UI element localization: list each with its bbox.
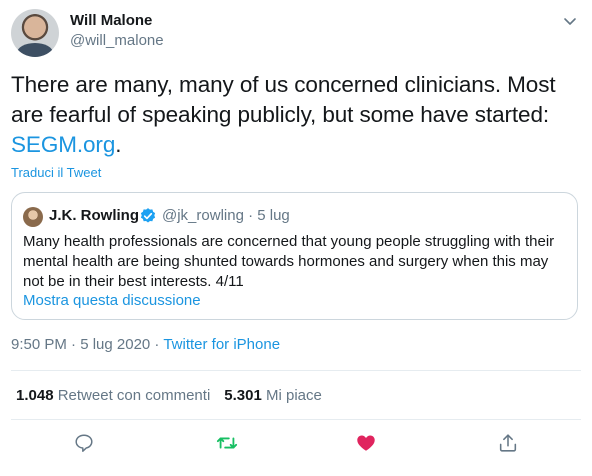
translate-tweet-link[interactable]: Traduci il Tweet xyxy=(11,165,101,180)
retweets-label: Retweet con commenti xyxy=(53,387,211,404)
quote-text: Many health professionals are concerned … xyxy=(23,233,555,290)
tweet-text: There are many, many of us concerned cli… xyxy=(11,70,586,160)
retweets-count: 1.048 xyxy=(16,387,54,404)
tweet-text-after-link: . xyxy=(115,132,122,157)
tweet-link[interactable]: SEGM.org xyxy=(11,132,115,157)
retweets-stat[interactable]: 1.048 Retweet con commenti xyxy=(16,387,210,404)
tweet-meta: 9:50 PM · 5 lug 2020 · Twitter for iPhon… xyxy=(11,336,280,353)
verified-badge-icon xyxy=(140,208,156,223)
tweet-client-link[interactable]: Twitter for iPhone xyxy=(163,336,280,353)
quoted-tweet-card[interactable]: J.K. Rowling @jk_rowling · 5 lug Many he… xyxy=(11,192,578,320)
author-avatar[interactable] xyxy=(11,9,59,57)
divider xyxy=(11,419,581,420)
quote-author-handle: @jk_rowling xyxy=(162,207,244,224)
engagement-stats: 1.048 Retweet con commenti 5.301 Mi piace xyxy=(16,387,322,404)
quote-meta: @jk_rowling · 5 lug xyxy=(162,207,290,224)
likes-label: Mi piace xyxy=(261,387,322,404)
reply-icon[interactable] xyxy=(73,432,95,454)
share-icon[interactable] xyxy=(497,432,519,454)
avatar-shirt xyxy=(17,43,53,57)
quote-date: · 5 lug xyxy=(243,207,290,224)
likes-stat[interactable]: 5.301 Mi piace xyxy=(224,387,322,404)
chevron-down-icon[interactable] xyxy=(562,13,578,29)
heart-icon[interactable] xyxy=(355,432,377,454)
quote-author-name: J.K. Rowling xyxy=(49,207,139,224)
quote-author-avatar xyxy=(23,207,43,227)
author-handle[interactable]: @will_malone xyxy=(70,32,164,49)
tweet-timestamp[interactable]: 9:50 PM · 5 lug 2020 · xyxy=(11,336,163,353)
divider xyxy=(11,370,581,371)
author-name[interactable]: Will Malone xyxy=(70,12,152,29)
retweet-icon[interactable] xyxy=(216,432,238,454)
tweet-text-before-link: There are many, many of us concerned cli… xyxy=(11,72,556,127)
likes-count: 5.301 xyxy=(224,387,262,404)
show-thread-link[interactable]: Mostra questa discussione xyxy=(23,292,201,309)
